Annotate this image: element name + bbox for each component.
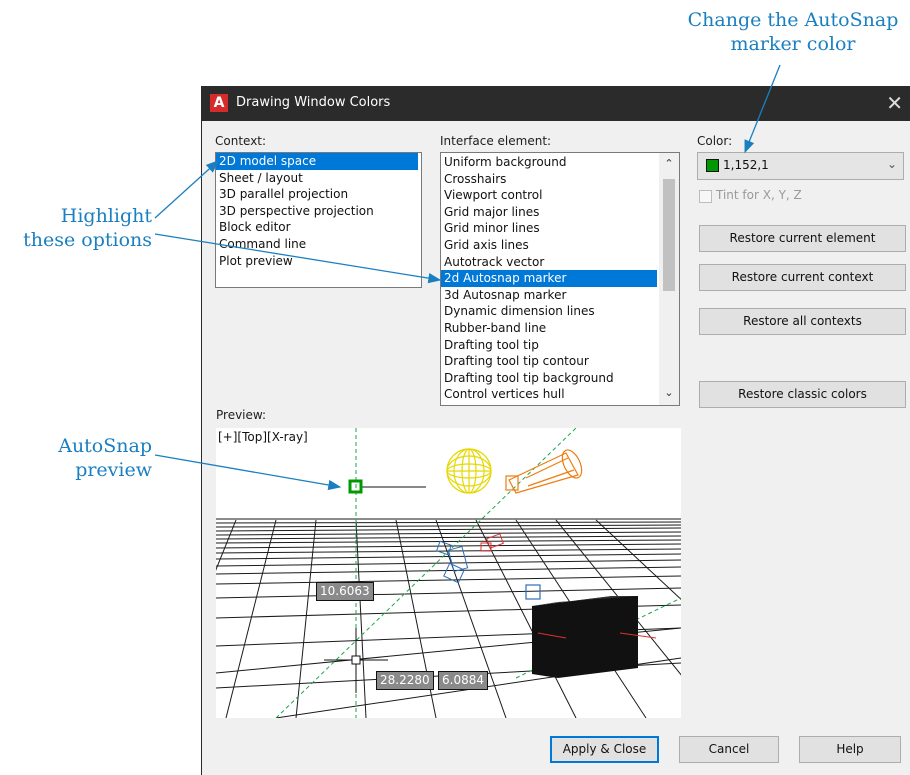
element-item[interactable]: Uniform background xyxy=(441,154,657,171)
element-item[interactable]: Rubber-band line xyxy=(441,320,657,337)
element-item[interactable]: Grid axis lines xyxy=(441,237,657,254)
chevron-down-icon: ⌄ xyxy=(886,157,897,171)
context-item-command-line[interactable]: Command line xyxy=(216,236,418,253)
element-item[interactable]: Viewport control xyxy=(441,187,657,204)
preview-pane: [+][Top][X-ray] 10.6063 28.2280 6.0884 xyxy=(216,428,681,718)
callout-highlight-line2: these options xyxy=(23,229,152,251)
callout-preview: AutoSnap preview xyxy=(30,434,152,482)
close-icon[interactable]: ✕ xyxy=(886,91,903,115)
cancel-button[interactable]: Cancel xyxy=(679,736,779,763)
viewport-control-label: [+][Top][X-ray] xyxy=(218,430,308,444)
dialog-title: Drawing Window Colors xyxy=(236,95,391,110)
color-value: 1,152,1 xyxy=(723,158,769,172)
color-swatch xyxy=(706,159,719,172)
element-item[interactable]: 3d Autosnap marker xyxy=(441,287,657,304)
drawing-window-colors-dialog: A Drawing Window Colors ✕ Context: 2D mo… xyxy=(201,86,910,775)
element-list-scrollbar[interactable]: ⌃ ⌄ xyxy=(659,153,679,405)
context-item-block-editor[interactable]: Block editor xyxy=(216,219,418,236)
callout-autosnap-color-line2: marker color xyxy=(730,33,856,55)
element-item-selected[interactable]: 2d Autosnap marker xyxy=(441,270,657,287)
element-item[interactable]: Grid major lines xyxy=(441,204,657,221)
context-item-plot-preview[interactable]: Plot preview xyxy=(216,253,418,270)
element-item[interactable]: Control vertices hull xyxy=(441,386,657,403)
preview-label: Preview: xyxy=(216,408,267,422)
context-label: Context: xyxy=(215,134,267,148)
help-button[interactable]: Help xyxy=(799,736,901,763)
dimension-tooltip-3: 6.0884 xyxy=(438,671,488,690)
element-item[interactable]: Drafting tool tip xyxy=(441,337,657,354)
apply-close-button[interactable]: Apply & Close xyxy=(550,736,659,763)
element-item[interactable]: Crosshairs xyxy=(441,171,657,188)
element-item[interactable]: Autotrack vector xyxy=(441,254,657,271)
callout-autosnap-color: Change the AutoSnap marker color xyxy=(676,8,910,56)
color-label: Color: xyxy=(697,134,733,148)
callout-preview-line2: preview xyxy=(75,459,152,481)
context-item-sheet-layout[interactable]: Sheet / layout xyxy=(216,170,418,187)
restore-current-element-button[interactable]: Restore current element xyxy=(699,225,906,252)
title-bar: A Drawing Window Colors ✕ xyxy=(202,86,910,121)
callout-preview-line1: AutoSnap xyxy=(58,435,152,457)
interface-element-label: Interface element: xyxy=(440,134,552,148)
restore-current-context-button[interactable]: Restore current context xyxy=(699,264,906,291)
context-item-3d-parallel[interactable]: 3D parallel projection xyxy=(216,186,418,203)
interface-element-list[interactable]: Uniform background Crosshairs Viewport c… xyxy=(440,152,680,406)
autocad-logo-icon: A xyxy=(210,94,228,112)
context-item-2d-model-space[interactable]: 2D model space xyxy=(216,153,418,170)
scroll-up-icon[interactable]: ⌃ xyxy=(659,157,679,170)
callout-highlight: Highlight these options xyxy=(20,204,152,252)
restore-classic-colors-button[interactable]: Restore classic colors xyxy=(699,381,906,408)
scroll-thumb[interactable] xyxy=(663,179,675,291)
callout-highlight-line1: Highlight xyxy=(60,205,152,227)
element-item[interactable]: Grid minor lines xyxy=(441,220,657,237)
tint-label: Tint for X, Y, Z xyxy=(716,188,802,202)
element-item[interactable]: Drafting tool tip contour xyxy=(441,353,657,370)
element-item[interactable]: Drafting tool tip background xyxy=(441,370,657,387)
context-list[interactable]: 2D model space Sheet / layout 3D paralle… xyxy=(215,152,422,288)
color-dropdown[interactable]: 1,152,1 ⌄ xyxy=(697,152,904,180)
element-item[interactable]: Dynamic dimension lines xyxy=(441,303,657,320)
scroll-down-icon[interactable]: ⌄ xyxy=(659,386,679,399)
dimension-tooltip-2: 28.2280 xyxy=(376,671,434,690)
tint-checkbox[interactable] xyxy=(699,190,712,203)
dimension-tooltip-1: 10.6063 xyxy=(316,582,374,601)
callout-autosnap-color-line1: Change the AutoSnap xyxy=(687,9,899,31)
restore-all-contexts-button[interactable]: Restore all contexts xyxy=(699,308,906,335)
context-item-3d-perspective[interactable]: 3D perspective projection xyxy=(216,203,418,220)
